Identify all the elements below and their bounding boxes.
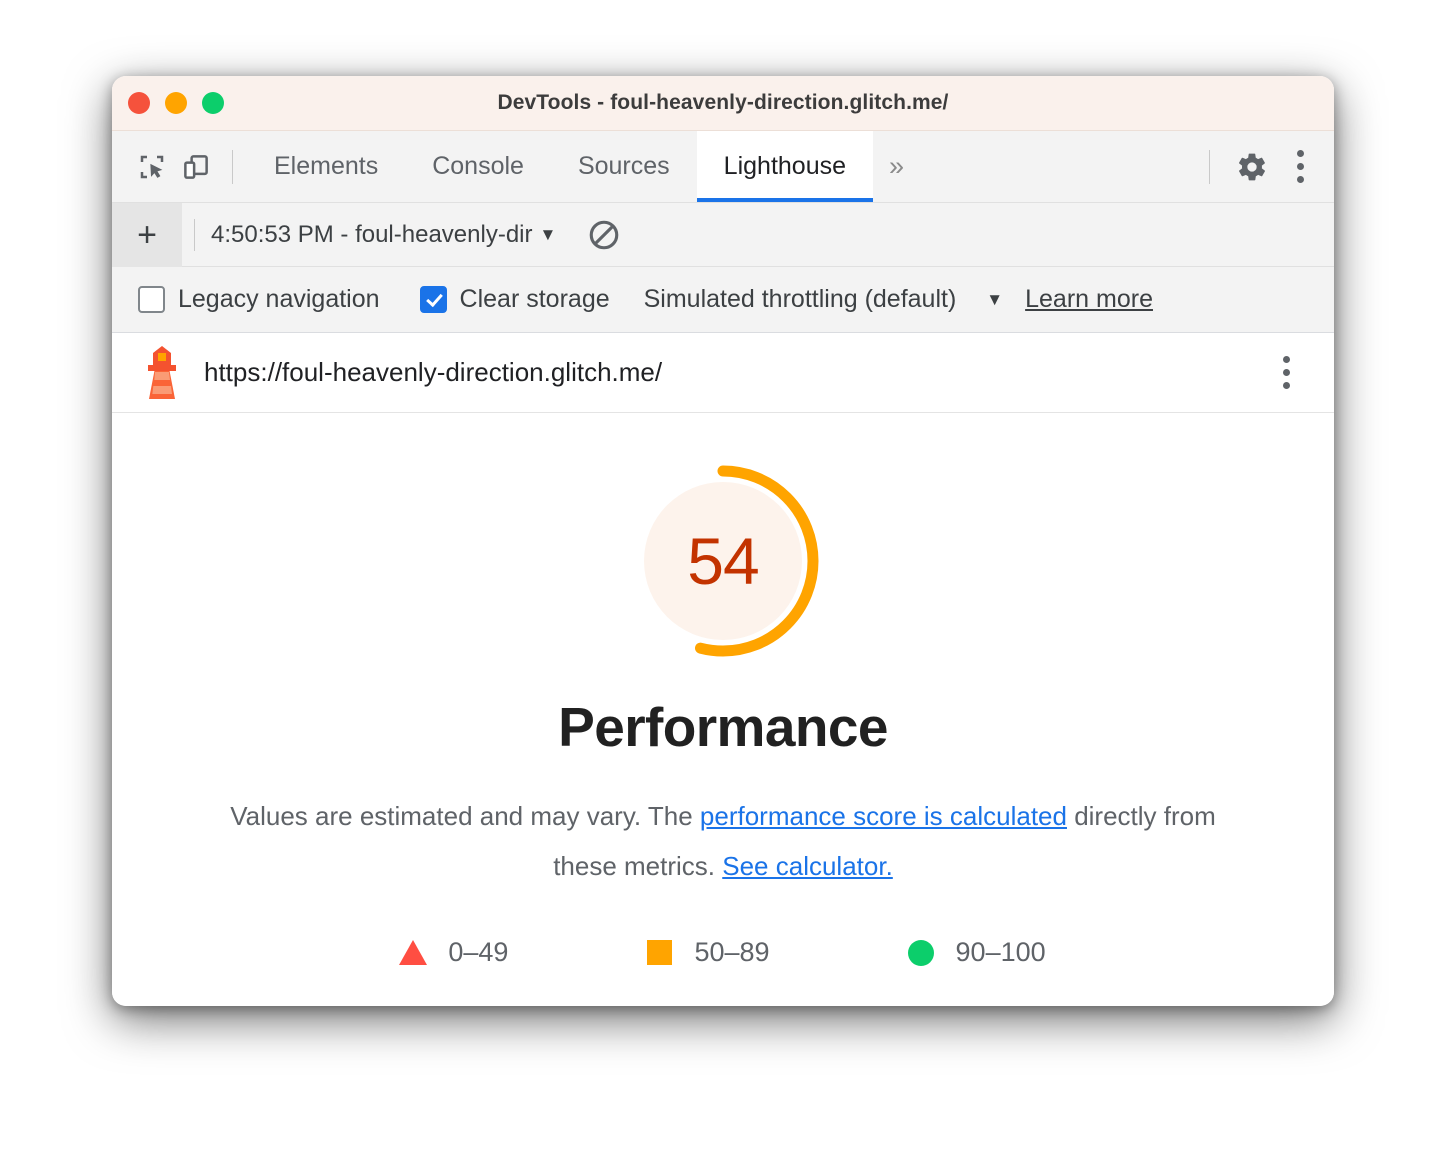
new-report-button[interactable]: + xyxy=(112,202,182,267)
legend-item-average: 50–89 xyxy=(646,937,770,968)
disclaimer-text-before: Values are estimated and may vary. The xyxy=(230,801,700,831)
panel-tabs: Elements Console Sources Lighthouse » xyxy=(247,131,1195,202)
tab-sources[interactable]: Sources xyxy=(551,131,697,202)
toolbar-divider xyxy=(232,149,233,184)
legacy-navigation-label: Legacy navigation xyxy=(178,285,380,313)
legend-item-fail: 0–49 xyxy=(399,937,509,968)
performance-score-gauge: 54 xyxy=(623,461,823,661)
performance-score-value: 54 xyxy=(687,524,759,598)
report-select[interactable]: 4:50:53 PM - foul-heavenly-dir ▼ xyxy=(211,221,556,249)
legacy-navigation-checkbox-box[interactable] xyxy=(138,286,165,313)
devtools-tabstrip: Elements Console Sources Lighthouse » xyxy=(112,131,1334,203)
tab-elements-label: Elements xyxy=(274,152,379,180)
chevron-down-icon: ▼ xyxy=(986,289,1004,309)
minimize-window-button[interactable] xyxy=(165,92,187,114)
score-disclaimer: Values are estimated and may vary. The p… xyxy=(223,791,1223,891)
run-toolbar-divider xyxy=(194,218,195,251)
legend-range-fail: 0–49 xyxy=(448,937,509,968)
lighthouse-options-row: Legacy navigation Clear storage Simulate… xyxy=(112,267,1334,333)
score-scale-legend: 0–49 50–89 90–100 xyxy=(399,937,1046,968)
chevron-down-icon: ▼ xyxy=(539,224,557,244)
clear-storage-checkbox[interactable]: Clear storage xyxy=(419,285,610,314)
devtools-main-menu-icon[interactable] xyxy=(1280,141,1320,193)
more-tabs-icon[interactable]: » xyxy=(873,131,920,202)
clear-storage-label: Clear storage xyxy=(459,285,610,313)
report-menu-icon[interactable] xyxy=(1266,347,1306,399)
clear-reports-button[interactable] xyxy=(578,209,630,261)
learn-more-link[interactable]: Learn more xyxy=(1025,285,1153,314)
gear-icon[interactable] xyxy=(1230,145,1274,189)
page-title: Performance xyxy=(558,696,888,758)
clear-storage-checkbox-box[interactable] xyxy=(419,286,447,313)
screenshot-root: DevTools - foul-heavenly-direction.glitc… xyxy=(0,0,1446,1156)
tab-lighthouse[interactable]: Lighthouse xyxy=(696,131,874,202)
square-icon xyxy=(646,940,672,966)
more-tabs-label: » xyxy=(889,151,905,181)
throttling-select-value: Simulated throttling (default) xyxy=(643,285,957,313)
toolbar-divider-right xyxy=(1209,149,1210,184)
inspect-element-icon[interactable] xyxy=(130,145,174,189)
legend-range-average: 50–89 xyxy=(694,937,770,968)
device-toolbar-icon[interactable] xyxy=(174,145,218,189)
tab-elements[interactable]: Elements xyxy=(247,131,405,202)
close-window-button[interactable] xyxy=(128,92,150,114)
tab-sources-label: Sources xyxy=(577,152,670,180)
report-url-bar: https://foul-heavenly-direction.glitch.m… xyxy=(112,333,1334,413)
lighthouse-run-toolbar: + 4:50:53 PM - foul-heavenly-dir ▼ xyxy=(112,202,1334,267)
window-titlebar: DevTools - foul-heavenly-direction.glitc… xyxy=(112,76,1334,131)
tab-console[interactable]: Console xyxy=(405,131,551,202)
kebab-dot xyxy=(1282,382,1290,389)
triangle-icon xyxy=(399,940,428,966)
report-url: https://foul-heavenly-direction.glitch.m… xyxy=(204,357,663,387)
report-select-value: 4:50:53 PM - foul-heavenly-dir xyxy=(211,220,533,248)
lighthouse-report-body: 54 Performance Values are estimated and … xyxy=(112,413,1334,1006)
throttling-select[interactable]: Simulated throttling (default) ▼ xyxy=(644,285,1004,314)
new-report-label: + xyxy=(137,215,157,254)
legend-item-pass: 90–100 xyxy=(907,937,1046,968)
window-traffic-lights xyxy=(128,76,224,130)
kebab-dot xyxy=(1296,163,1304,170)
circle-icon xyxy=(907,939,934,966)
kebab-dot xyxy=(1282,356,1290,363)
tab-console-label: Console xyxy=(432,152,524,180)
see-calculator-link[interactable]: See calculator. xyxy=(722,851,893,881)
kebab-dot xyxy=(1296,176,1304,183)
window-title: DevTools - foul-heavenly-direction.glitc… xyxy=(497,91,949,114)
kebab-dot xyxy=(1296,150,1304,157)
kebab-dot xyxy=(1282,369,1290,376)
legend-range-pass: 90–100 xyxy=(955,937,1046,968)
tab-lighthouse-label: Lighthouse xyxy=(723,152,846,180)
maximize-window-button[interactable] xyxy=(202,92,224,114)
legacy-navigation-checkbox[interactable]: Legacy navigation xyxy=(138,285,380,314)
devtools-window: DevTools - foul-heavenly-direction.glitc… xyxy=(112,76,1334,1006)
lighthouse-logo-icon xyxy=(140,343,184,403)
performance-score-calculated-link[interactable]: performance score is calculated xyxy=(700,801,1067,831)
tabstrip-actions xyxy=(1195,141,1320,193)
